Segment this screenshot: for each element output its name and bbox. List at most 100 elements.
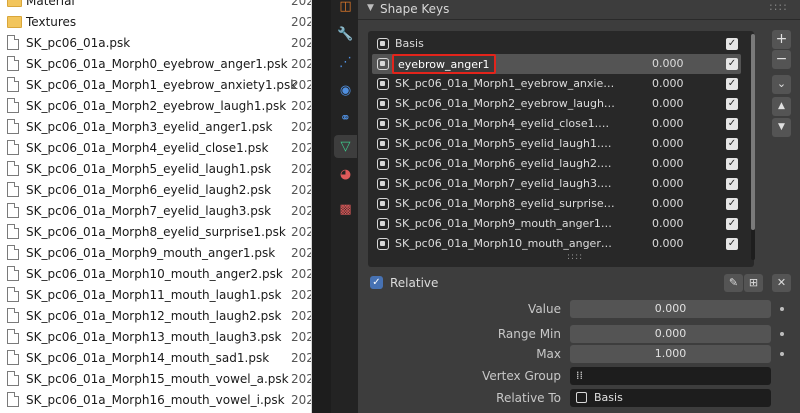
shape-key-value[interactable]: 0.000 [652,57,684,70]
shape-key-row[interactable]: SK_pc06_01a_Morph6_eyelid_laugh2.mo 0.000… [372,154,741,174]
shape-key-mute-checkbox[interactable]: ✓ [726,98,738,110]
shape-key-value[interactable]: 0.000 [652,117,684,130]
remove-shape-key-button[interactable]: − [772,50,791,69]
shape-key-value[interactable]: 0.000 [652,137,684,150]
move-down-button[interactable]: ▼ [772,118,791,137]
shape-key-list-scrollbar[interactable] [751,34,755,260]
editor-gap [312,0,331,413]
file-row[interactable]: SK_pc06_01a_Morph15_mouth_vowel_a.psk 202… [0,368,312,389]
move-up-button[interactable]: ▲ [772,97,791,116]
file-row[interactable]: SK_pc06_01a_Morph14_mouth_sad1.psk 2020 [0,347,312,368]
shape-key-mute-checkbox[interactable]: ✓ [726,218,738,230]
file-icon [7,350,19,365]
file-date: 2020 [291,119,312,134]
shape-key-value[interactable]: 0.000 [652,177,684,190]
file-row[interactable]: SK_pc06_01a_Morph0_eyebrow_anger1.psk 202… [0,53,312,74]
shape-key-mute-checkbox[interactable]: ✓ [726,118,738,130]
shape-key-value[interactable]: 0.000 [652,197,684,210]
max-label: Max [536,347,561,361]
shape-key-mute-checkbox[interactable]: ✓ [726,78,738,90]
shape-key-mute-checkbox[interactable]: ✓ [726,158,738,170]
file-row[interactable]: SK_pc06_01a_Morph2_eyebrow_laugh1.psk 202… [0,95,312,116]
shape-key-name: SK_pc06_01a_Morph10_mouth_anger2... [395,237,615,250]
clear-shape-keys-button[interactable]: ✕ [772,274,791,292]
shape-key-row[interactable]: SK_pc06_01a_Morph4_eyelid_close1.mo 0.000… [372,114,741,134]
file-row[interactable]: SK_pc06_01a_Morph3_eyelid_anger1.psk 2020 [0,116,312,137]
shape-key-icon [377,158,389,170]
texture-icon[interactable]: ▩ [334,198,357,221]
file-row[interactable]: SK_pc06_01a_Morph13_mouth_laugh3.psk 2020 [0,326,312,347]
folder-row[interactable]: Material 2020 [0,0,312,11]
file-icon [7,245,19,260]
range-min-keyframe-dot[interactable] [780,332,784,336]
particles-icon[interactable]: ⋰ [334,51,357,74]
file-row[interactable]: SK_pc06_01a_Morph6_eyelid_laugh2.psk 2020 [0,179,312,200]
panel-drag-handle[interactable]: :::: [769,0,788,13]
file-date: 2020 [291,161,312,176]
shape-key-row[interactable]: SK_pc06_01a_Morph9_mouth_anger1.mo 0.000 ✓ [372,214,741,234]
relative-checkbox[interactable]: ✓ [370,276,383,289]
shape-key-value[interactable]: 0.000 [652,237,684,250]
file-name: SK_pc06_01a_Morph5_eyelid_laugh1.psk [26,161,272,176]
file-row[interactable]: SK_pc06_01a.psk 2020 [0,32,312,53]
shape-key-row[interactable]: SK_pc06_01a_Morph2_eyebrow_laugh1... 0.00… [372,94,741,114]
file-row[interactable]: SK_pc06_01a_Morph1_eyebrow_anxiety1.psk 2… [0,74,312,95]
file-row[interactable]: SK_pc06_01a_Morph11_mouth_laugh1.psk 2020 [0,284,312,305]
range-min-field[interactable]: 0.000 [570,325,771,343]
folder-row[interactable]: Textures 2020 [0,11,312,32]
file-icon [7,287,19,302]
shape-key-row[interactable]: Basis ✓ [372,34,741,54]
shape-key-icon [377,58,389,70]
physics-icon[interactable]: ◉ [334,79,357,102]
value-keyframe-dot[interactable] [780,307,784,311]
tool-icon[interactable]: ◫ [334,0,357,18]
constraints-icon[interactable]: ⚭ [334,107,357,130]
shape-key-mute-checkbox[interactable]: ✓ [726,38,738,50]
shape-key-mute-checkbox[interactable]: ✓ [726,238,738,250]
range-min-label: Range Min [497,327,561,341]
value-field[interactable]: 0.000 [570,300,771,318]
file-date: 2020 [291,77,312,92]
material-icon[interactable]: ◕ [334,163,357,186]
file-row[interactable]: SK_pc06_01a_Morph5_eyelid_laugh1.psk 2020 [0,158,312,179]
file-row[interactable]: SK_pc06_01a_Morph7_eyelid_laugh3.psk 2020 [0,200,312,221]
shape-key-row[interactable]: eyebrow_anger1 0.000 ✓ [372,54,741,74]
list-resize-grip[interactable]: :::: [567,252,583,262]
properties-panel: ▼ Shape Keys :::: Basis ✓ eyebrow_anger1 0.… [358,0,800,413]
vertex-group-field[interactable]: ⁞⁞ [570,367,771,385]
shape-keys-panel-header[interactable]: ▼ Shape Keys :::: [358,0,800,20]
shape-key-row[interactable]: SK_pc06_01a_Morph7_eyelid_laugh3.mo 0.000… [372,174,741,194]
max-keyframe-dot[interactable] [780,352,784,356]
shape-key-icon [576,392,587,403]
file-row[interactable]: SK_pc06_01a_Morph12_mouth_laugh2.psk 2020 [0,305,312,326]
apply-mix-icon[interactable]: ⊞ [744,274,763,292]
file-row[interactable]: SK_pc06_01a_Morph4_eyelid_close1.psk 2020 [0,137,312,158]
shape-key-row[interactable]: SK_pc06_01a_Morph10_mouth_anger2... 0.000… [372,234,741,254]
file-row[interactable]: SK_pc06_01a_Morph8_eyelid_surprise1.psk 2… [0,221,312,242]
shape-key-row[interactable]: SK_pc06_01a_Morph1_eyebrow_anxiety.. 0.00… [372,74,741,94]
shape-key-value[interactable]: 0.000 [652,97,684,110]
shape-key-value[interactable]: 0.000 [652,217,684,230]
shape-key-specials-button[interactable]: ⌄ [772,75,791,94]
shape-key-value[interactable]: 0.000 [652,157,684,170]
shape-key-value[interactable]: 0.000 [652,77,684,90]
collapse-arrow-icon[interactable]: ▼ [367,3,374,13]
add-shape-key-button[interactable]: + [772,30,791,49]
file-name: SK_pc06_01a_Morph4_eyelid_close1.psk [26,140,269,155]
file-row[interactable]: SK_pc06_01a_Morph9_mouth_anger1.psk 2020 [0,242,312,263]
object-data-icon[interactable]: ▽ [334,135,357,158]
max-field[interactable]: 1.000 [570,345,771,363]
shape-key-row[interactable]: SK_pc06_01a_Morph5_eyelid_laugh1.mo 0.000… [372,134,741,154]
shape-key-mute-checkbox[interactable]: ✓ [726,178,738,190]
scrollbar-thumb[interactable] [751,34,755,230]
shape-key-row[interactable]: SK_pc06_01a_Morph8_eyelid_surprise1... 0.… [372,194,741,214]
wrench-icon[interactable]: 🔧 [334,23,357,46]
pin-icon[interactable]: ✎ [724,274,743,292]
shape-key-mute-checkbox[interactable]: ✓ [726,198,738,210]
file-row[interactable]: SK_pc06_01a_Morph16_mouth_vowel_i.psk 202… [0,389,312,410]
shape-key-name-edit[interactable]: eyebrow_anger1 [392,54,496,74]
shape-key-mute-checkbox[interactable]: ✓ [726,58,738,70]
shape-key-mute-checkbox[interactable]: ✓ [726,138,738,150]
file-row[interactable]: SK_pc06_01a_Morph10_mouth_anger2.psk 2020 [0,263,312,284]
relative-to-field[interactable]: Basis [570,389,771,407]
